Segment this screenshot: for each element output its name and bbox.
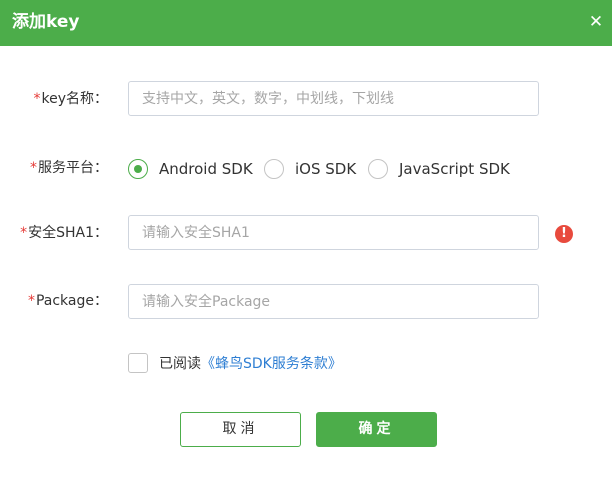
radio-label: JavaScript SDK [399, 160, 510, 178]
confirm-button[interactable]: 确定 [316, 412, 437, 447]
radio-circle[interactable] [368, 159, 388, 179]
radio-circle-checked[interactable] [128, 159, 148, 179]
package-label-text: Package： [35, 293, 108, 309]
sha1-label: *安全SHA1： [20, 223, 108, 243]
add-key-dialog: 添加key ✕ *key名称： *服务平台： Android SDK iOS S… [0, 0, 612, 480]
required-mark: * [27, 293, 35, 309]
alert-circle-icon[interactable]: ! [555, 225, 573, 243]
close-icon[interactable]: ✕ [585, 11, 607, 33]
radio-circle[interactable] [264, 159, 284, 179]
radio-label: Android SDK [159, 160, 253, 178]
radio-label: iOS SDK [295, 160, 357, 178]
dialog-titlebar: 添加key ✕ [0, 0, 612, 46]
package-input[interactable] [128, 284, 539, 319]
radio-javascript-sdk[interactable]: JavaScript SDK [368, 157, 510, 181]
cancel-button[interactable]: 取消 [180, 412, 301, 447]
terms-link[interactable]: 《蜂鸟SDK服务条款》 [201, 353, 342, 373]
required-mark: * [33, 91, 41, 107]
key-name-label: *key名称： [33, 89, 108, 109]
required-mark: * [30, 160, 37, 176]
platform-label-text: 服务平台： [38, 160, 108, 176]
platform-label: *服务平台： [30, 158, 108, 178]
sha1-input[interactable] [128, 215, 539, 250]
radio-android-sdk[interactable]: Android SDK [128, 157, 253, 181]
dialog-title: 添加key [12, 12, 80, 32]
radio-ios-sdk[interactable]: iOS SDK [264, 157, 356, 181]
sha1-label-text: 安全SHA1： [28, 225, 108, 241]
agreement-row: 已阅读 《蜂鸟SDK服务条款》 [128, 353, 342, 373]
key-name-label-text: key名称： [41, 91, 108, 107]
agreement-checkbox[interactable] [128, 353, 148, 373]
agreement-text: 已阅读 [159, 356, 201, 372]
key-name-input[interactable] [128, 81, 539, 116]
required-mark: * [20, 225, 28, 241]
package-label: *Package： [28, 291, 108, 311]
